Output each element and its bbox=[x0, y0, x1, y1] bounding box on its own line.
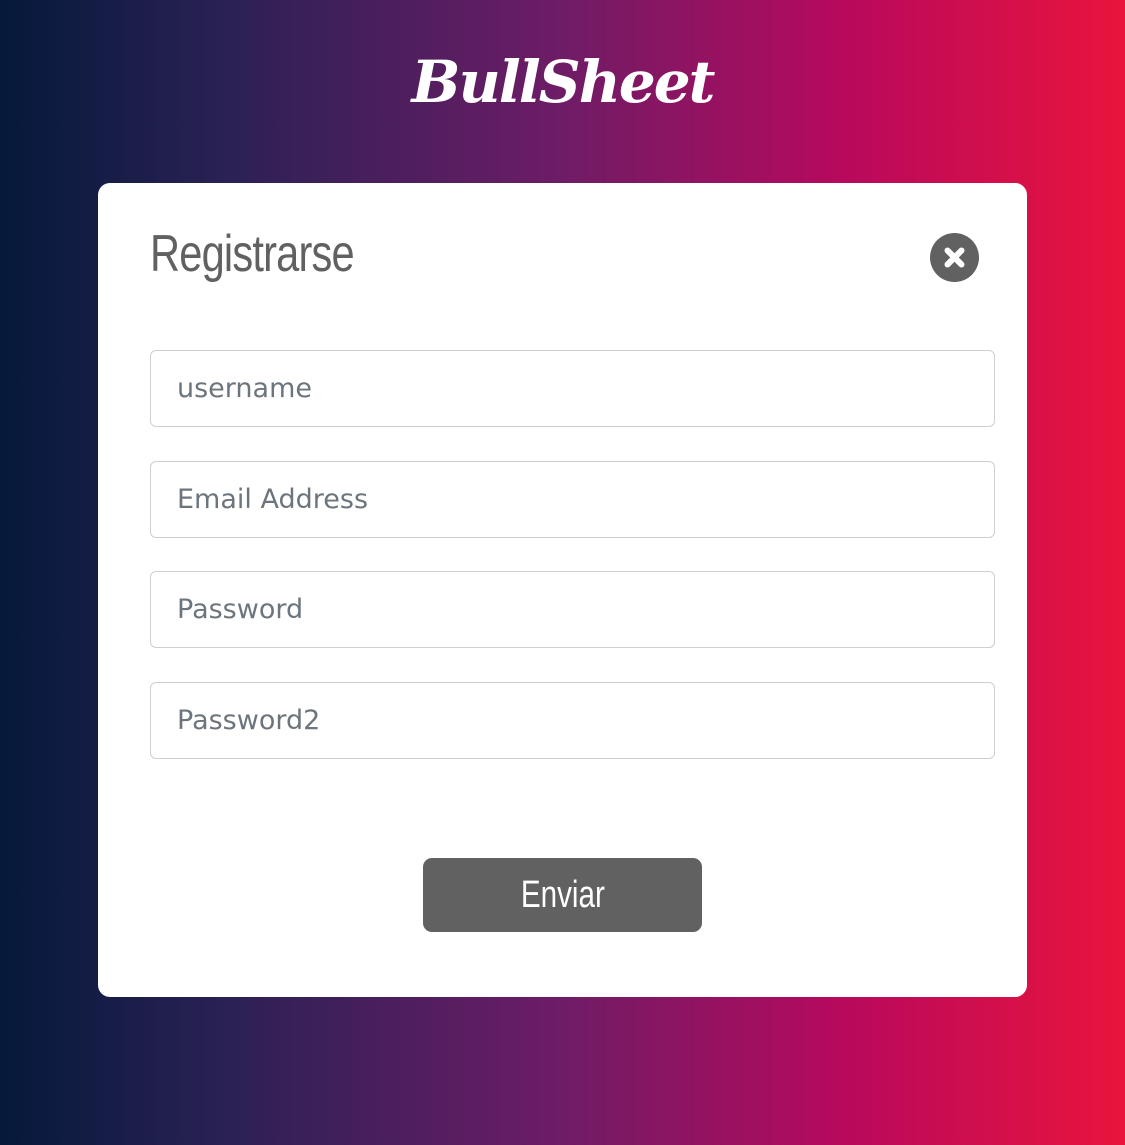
register-page: { "brand": { "logo_text": "BullSheet" },… bbox=[0, 0, 1125, 1145]
confirm-password-input[interactable] bbox=[150, 682, 995, 759]
submit-button-label: Enviar bbox=[520, 874, 605, 916]
close-button[interactable] bbox=[930, 233, 979, 282]
register-modal: Registrarse Enviar bbox=[98, 183, 1027, 997]
brand-logo: BullSheet bbox=[411, 48, 716, 116]
modal-title: Registrarse bbox=[150, 225, 355, 283]
username-input[interactable] bbox=[150, 350, 995, 427]
email-input[interactable] bbox=[150, 461, 995, 538]
password-input[interactable] bbox=[150, 571, 995, 648]
submit-button[interactable]: Enviar bbox=[423, 858, 702, 932]
close-icon bbox=[944, 247, 965, 268]
